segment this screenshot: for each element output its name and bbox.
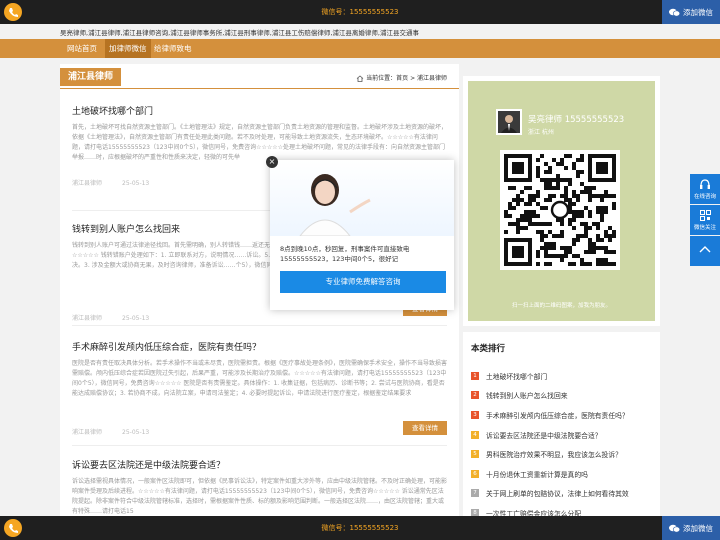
free-consult-button[interactable]: 专业律师免费解答咨询 bbox=[280, 271, 446, 293]
rank-number: 3 bbox=[471, 410, 479, 419]
view-details-button[interactable]: 查看详情 bbox=[403, 421, 447, 435]
lawyer-location: 浙江 杭州 bbox=[528, 129, 554, 136]
rank-number: 2 bbox=[471, 391, 479, 400]
lawyer-name: 吴亮律师 15555555523 bbox=[528, 115, 625, 125]
rank-number: 6 bbox=[471, 469, 479, 478]
article-date: 25-05-13 bbox=[122, 429, 150, 436]
rank-number: 5 bbox=[471, 450, 479, 459]
rank-title: 十月份退休工资重新计算是真的吗 bbox=[486, 470, 588, 479]
home-icon bbox=[356, 75, 364, 82]
article-date: 25-05-13 bbox=[122, 315, 150, 322]
article-title[interactable]: 诉讼要去区法院还是中级法院要合适？ bbox=[72, 458, 447, 471]
chevron-up-icon bbox=[699, 246, 711, 253]
article-author: 浦江县律师 bbox=[72, 429, 103, 436]
article-item: 手术麻醉引发颅内低压综合症，医院有责任吗？ 医院是否有责任取决具体分析。若手术操… bbox=[72, 340, 447, 436]
rank-title: 手术麻醉引发颅内低压综合症，医院有责任吗？ bbox=[486, 411, 629, 420]
ranking-item[interactable]: 6 十月份退休工资重新计算是真的吗 bbox=[471, 464, 652, 484]
article-title[interactable]: 土地破坏找哪个部门 bbox=[72, 104, 447, 117]
main-nav: 网站首页 加律师微信 给律师致电 bbox=[0, 39, 720, 58]
sidebar: 吴亮律师 15555555523 浙江 杭州 扫一扫上面的二维码图案，加我为朋友… bbox=[463, 64, 660, 540]
rank-title: 土地破坏找哪个部门 bbox=[486, 372, 548, 381]
nav-home[interactable]: 网站首页 bbox=[63, 39, 101, 58]
wechat-number: 微信号：15555555523 bbox=[321, 8, 399, 16]
rank-number: 7 bbox=[471, 489, 479, 498]
close-icon[interactable]: × bbox=[266, 156, 278, 168]
article-author: 浦江县律师 bbox=[72, 315, 103, 322]
wechat-icon bbox=[669, 8, 680, 16]
nav-call-lawyer[interactable]: 给律师致电 bbox=[150, 39, 196, 58]
ranking-item[interactable]: 4 诉讼要去区法院还是中级法院要合适？ bbox=[471, 425, 652, 445]
wechat-icon bbox=[669, 524, 680, 532]
add-wechat-button[interactable]: 添加微信 bbox=[662, 0, 720, 24]
ranking-title: 本类排行 bbox=[471, 344, 506, 354]
rank-title: 关于网上刷单的包赔协议，法律上如何看待其效 bbox=[486, 490, 629, 499]
wechat-number: 微信号：15555555523 bbox=[321, 524, 399, 532]
article-title[interactable]: 手术麻醉引发颅内低压综合症，医院有责任吗？ bbox=[72, 340, 447, 353]
wechat-follow-button[interactable]: 微信关注 bbox=[690, 205, 720, 235]
popup-banner bbox=[270, 160, 454, 237]
ranking-item[interactable]: 1 土地破坏找哪个部门 bbox=[471, 366, 652, 386]
wechat-qr-code bbox=[500, 150, 620, 270]
rank-title: 男科医院治疗效果不明显，我应该怎么投诉？ bbox=[486, 451, 622, 460]
back-to-top-button[interactable] bbox=[690, 236, 720, 266]
keyword-line: 吴亮律师,浦江县律师,浦江县律师咨询,浦江县律师事务所,浦江县刑事律师,浦江县工… bbox=[60, 29, 419, 37]
ranking-item[interactable]: 3 手术麻醉引发颅内低压综合症，医院有责任吗？ bbox=[471, 405, 652, 425]
ranking-item[interactable]: 5 男科医院治疗效果不明显，我应该怎么投诉？ bbox=[471, 444, 652, 464]
avatar bbox=[496, 109, 522, 135]
floating-actions: 在线咨询 微信关注 bbox=[690, 174, 720, 267]
online-consult-button[interactable]: 在线咨询 bbox=[690, 174, 720, 204]
rank-number: 1 bbox=[471, 371, 479, 380]
nav-add-wechat[interactable]: 加律师微信 bbox=[105, 39, 151, 58]
ranking-list: 1 土地破坏找哪个部门 2 钱转到别人账户怎么找回来 3 手术麻醉引发颅内低压综合症，医院… bbox=[471, 366, 652, 523]
lawyer-qr-card: 吴亮律师 15555555523 浙江 杭州 扫一扫上面的二维码图案，加我为朋友… bbox=[463, 76, 660, 326]
add-wechat-button[interactable]: 添加微信 bbox=[662, 516, 720, 540]
section-divider bbox=[60, 88, 459, 89]
article-item: 诉讼要去区法院还是中级法院要合适？ 诉讼选择需视具体情况，一般案件区法院即可，但… bbox=[72, 458, 447, 525]
article-meta: 浦江县律师 25-05-13 bbox=[72, 313, 447, 322]
article-author: 浦江县律师 bbox=[72, 180, 103, 187]
scan-hint: 扫一扫上面的二维码图案，加我为朋友。 bbox=[511, 303, 611, 309]
ranking-item[interactable]: 2 钱转到别人账户怎么找回来 bbox=[471, 386, 652, 406]
ranking-item[interactable]: 7 关于网上刷单的包赔协议，法律上如何看待其效 bbox=[471, 484, 652, 504]
popup-message: 8点到晚10点，秒回复，刑事案件可直接致电15555555523，123中间0个… bbox=[280, 245, 410, 263]
consult-popup: × 8点到晚10点，秒回复，刑事案件可直接致电15555555523，123中间… bbox=[266, 156, 454, 310]
article-meta: 浦江县律师 25-05-13 bbox=[72, 427, 447, 436]
ranking-panel: 本类排行 1 土地破坏找哪个部门 2 钱转到别人账户怎么找回来 3 手术麻醉引发颅内低压综… bbox=[463, 332, 660, 540]
customer-service-agent-illustration bbox=[298, 174, 371, 237]
qr-code-icon bbox=[699, 210, 711, 221]
article-separator bbox=[72, 445, 447, 446]
article-date: 25-05-13 bbox=[122, 180, 150, 187]
rank-title: 钱转到别人账户怎么找回来 bbox=[486, 392, 568, 401]
article-excerpt: 医院是否有责任取决具体分析。若手术操作不当或未尽责，医院需担责。根据《医疗事故处… bbox=[72, 360, 447, 397]
top-bar: 微信号：15555555523 添加微信 bbox=[0, 0, 720, 24]
section-title: 浦江县律师 bbox=[60, 68, 122, 86]
headset-icon bbox=[700, 179, 710, 189]
rank-number: 4 bbox=[471, 430, 479, 439]
rank-title: 诉讼要去区法院还是中级法院要合适？ bbox=[486, 431, 602, 440]
breadcrumb: 当前位置：首页 > 浦江县律师 bbox=[356, 73, 447, 82]
bottom-bar: 微信号：15555555523 添加微信 bbox=[0, 516, 720, 540]
article-separator bbox=[72, 325, 447, 326]
